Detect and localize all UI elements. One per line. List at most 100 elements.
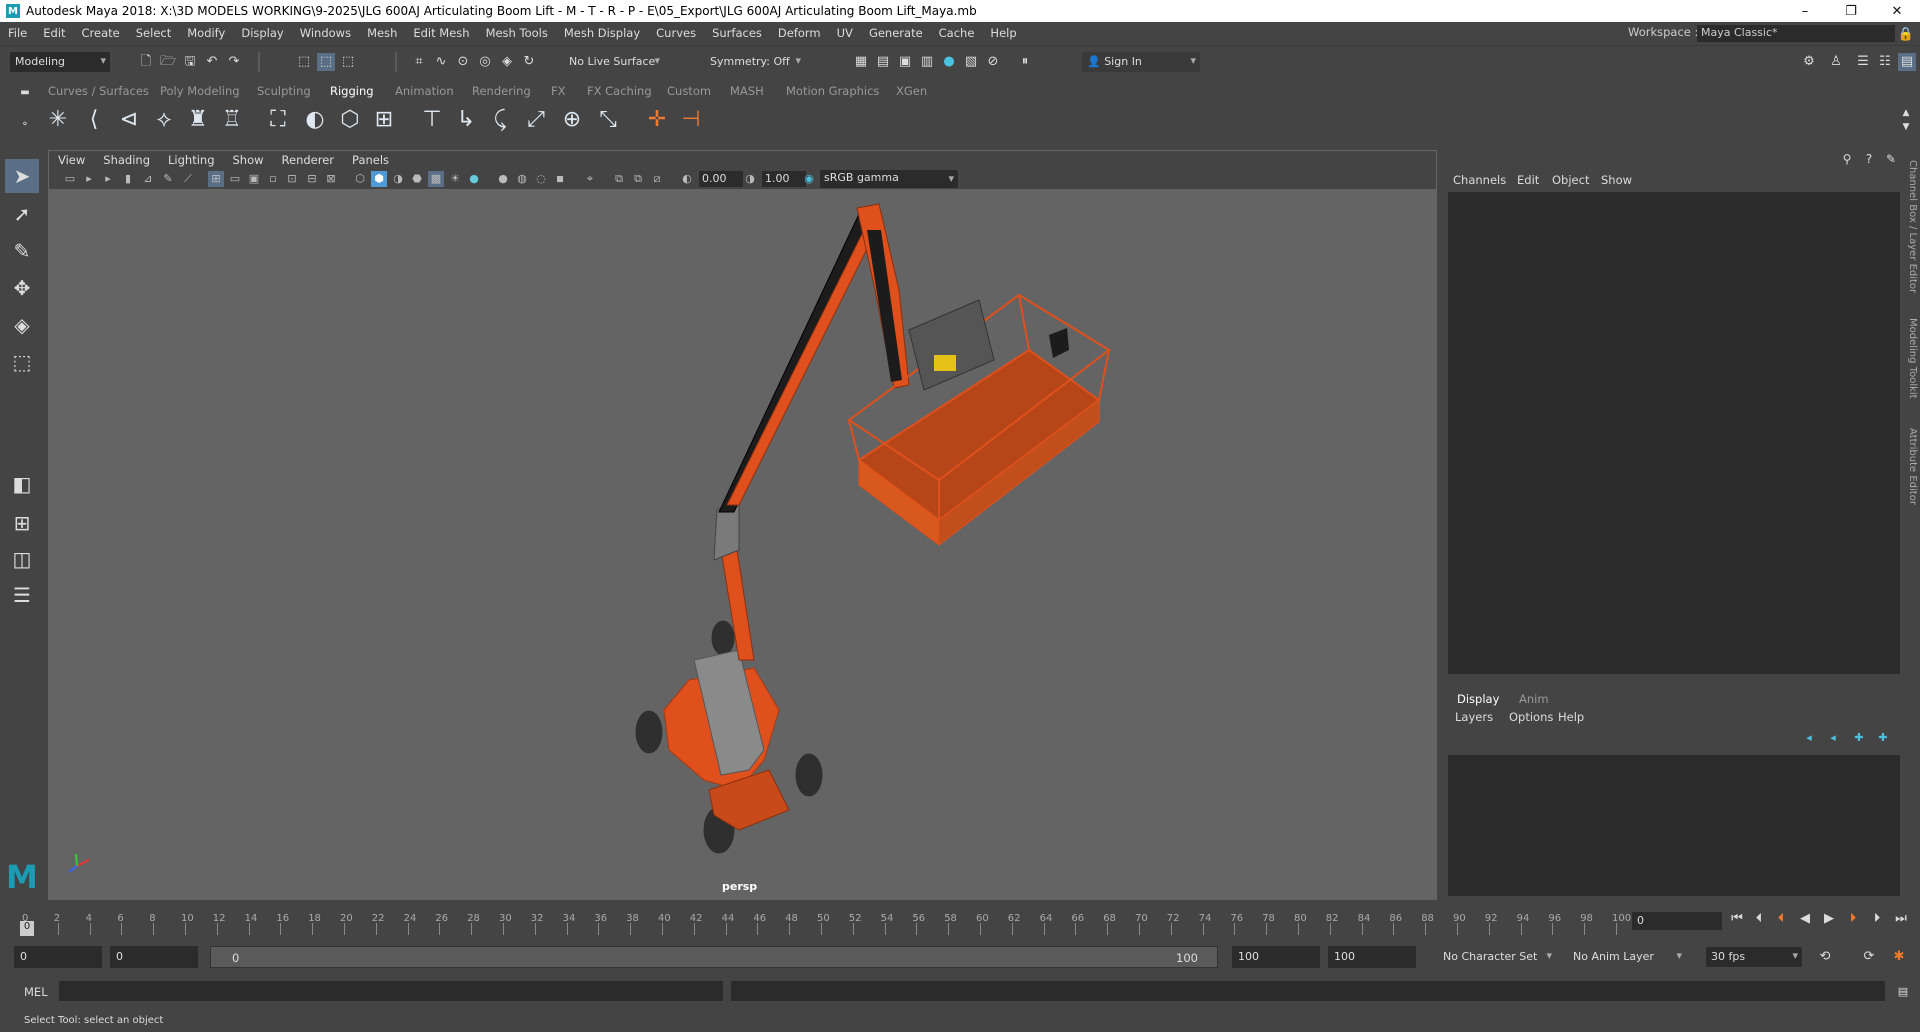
live-surface-field[interactable]: No Live Surface xyxy=(564,52,664,72)
menu-display[interactable]: Display xyxy=(233,26,291,40)
shelf-tab-animation[interactable]: Animation xyxy=(395,84,454,98)
joint-label-icon[interactable]: ⊣ xyxy=(677,106,705,134)
shelf-menu-icon[interactable]: ▬ xyxy=(16,84,34,102)
ik-handle-icon[interactable]: ⟨ xyxy=(80,106,108,134)
gate-mask-icon[interactable]: ▫ xyxy=(265,171,281,187)
safe-action-icon[interactable]: ⊟ xyxy=(304,171,320,187)
play-backward-icon[interactable]: ◀ xyxy=(1796,910,1814,928)
new-layer-icon[interactable]: ✚ xyxy=(1850,729,1868,747)
scene-start-field[interactable]: 0 xyxy=(14,946,102,968)
image-plane-icon[interactable]: ▮ xyxy=(120,171,136,187)
outliner-layout-icon[interactable]: ☰ xyxy=(5,578,39,612)
help-icon[interactable]: ? xyxy=(1860,150,1878,168)
channel-list[interactable] xyxy=(1448,192,1900,674)
go-to-start-icon[interactable]: ⏮ xyxy=(1728,910,1746,928)
smooth-shade-icon[interactable]: ⬢ xyxy=(371,171,387,187)
isolate-select-icon[interactable]: ⌖ xyxy=(582,171,598,187)
edit-menu[interactable]: Edit xyxy=(1517,173,1539,187)
menu-modify[interactable]: Modify xyxy=(179,26,233,40)
redo-icon[interactable]: ↷ xyxy=(225,53,243,71)
character-set-dropdown[interactable]: No Character Set xyxy=(1438,947,1556,967)
shelf-tab-xgen[interactable]: XGen xyxy=(896,84,927,98)
character-controls-icon[interactable]: ♙ xyxy=(1827,53,1845,71)
snap-edge-icon[interactable]: ↻ xyxy=(520,53,538,71)
options-menu[interactable]: Options xyxy=(1509,710,1553,724)
minimize-button[interactable]: – xyxy=(1782,0,1828,22)
shadows-icon[interactable]: ● xyxy=(466,171,482,187)
viewport-menu-view[interactable]: View xyxy=(49,153,94,167)
script-editor-icon[interactable]: ▤ xyxy=(1894,983,1912,1001)
select-component-icon[interactable]: ⬚ xyxy=(339,53,357,71)
locator-icon[interactable]: ✛ xyxy=(643,106,671,134)
exposure-icon[interactable]: ◐ xyxy=(679,171,695,187)
two-view-icon[interactable]: ◫ xyxy=(5,542,39,576)
snap-view-icon[interactable]: ◎ xyxy=(476,53,494,71)
step-back-icon[interactable]: ⏴ xyxy=(1750,910,1768,928)
move-layer-up-icon[interactable]: ◂ xyxy=(1800,729,1818,747)
viewport-menu-panels[interactable]: Panels xyxy=(343,153,398,167)
layer-help-menu[interactable]: Help xyxy=(1558,710,1584,724)
object-menu[interactable]: Object xyxy=(1552,173,1589,187)
wireframe-on-shaded-icon[interactable]: ◑ xyxy=(390,171,406,187)
pole-vector-icon[interactable]: ⤡ xyxy=(594,106,622,134)
channel-box-icon[interactable]: ▤ xyxy=(1898,53,1916,71)
menu-windows[interactable]: Windows xyxy=(292,26,359,40)
wireframe-icon[interactable]: ⬡ xyxy=(352,171,368,187)
menu-edit-mesh[interactable]: Edit Mesh xyxy=(405,26,477,40)
layer-list[interactable] xyxy=(1448,755,1900,896)
point-constraint-icon[interactable]: ↳ xyxy=(452,106,480,134)
bind-skin-icon[interactable]: ⛶ xyxy=(264,106,292,134)
hypershade-icon[interactable]: ● xyxy=(940,53,958,71)
menu-help[interactable]: Help xyxy=(982,26,1024,40)
gamma-field[interactable]: 1.00 xyxy=(762,171,806,187)
auto-key-icon[interactable]: ⟳ xyxy=(1860,948,1878,966)
command-input[interactable] xyxy=(59,981,723,1001)
save-scene-icon[interactable]: 🖫 xyxy=(181,53,199,71)
field-chart-icon[interactable]: ⊡ xyxy=(284,171,300,187)
color-management-icon[interactable]: ◉ xyxy=(801,171,817,187)
snap-curve-icon[interactable]: ∿ xyxy=(432,53,450,71)
safe-title-icon[interactable]: ⊠ xyxy=(323,171,339,187)
select-hierarchy-icon[interactable]: ⬚ xyxy=(295,53,313,71)
shelf-tab-sculpting[interactable]: Sculpting xyxy=(257,84,311,98)
aim-constraint-icon[interactable]: ⊕ xyxy=(558,106,586,134)
viewport-menu-renderer[interactable]: Renderer xyxy=(273,153,344,167)
grease-pencil-icon[interactable]: ✎ xyxy=(160,171,176,187)
menu-cache[interactable]: Cache xyxy=(931,26,983,40)
quick-rig-icon[interactable]: ⟡ xyxy=(150,106,178,134)
select-object-icon[interactable]: ⬚ xyxy=(317,53,335,71)
color-space-dropdown[interactable]: sRGB gamma xyxy=(820,170,958,188)
attribute-editor-icon[interactable]: ☰ xyxy=(1854,53,1872,71)
render-sequence-icon[interactable]: ▤ xyxy=(874,53,892,71)
menu-select[interactable]: Select xyxy=(128,26,179,40)
motion-blur-icon[interactable]: ◍ xyxy=(514,171,530,187)
undo-icon[interactable]: ↶ xyxy=(203,53,221,71)
fps-dropdown[interactable]: 30 fps xyxy=(1706,947,1802,967)
step-back-key-icon[interactable]: ⏴ xyxy=(1772,910,1790,928)
xray-icon[interactable]: ⧉ xyxy=(611,171,627,187)
rotate-tool-icon[interactable]: ◈ xyxy=(5,308,39,342)
select-tool-icon[interactable]: ➤ xyxy=(5,159,39,193)
menu-curves[interactable]: Curves xyxy=(648,26,704,40)
cluster-icon[interactable]: ⊞ xyxy=(370,106,398,134)
symmetry-field[interactable]: Symmetry: Off xyxy=(705,52,805,72)
depth-of-field-icon[interactable]: ◾ xyxy=(552,171,568,187)
scale-tool-icon[interactable]: ⬚ xyxy=(5,345,39,379)
create-joints-icon[interactable]: ✳ xyxy=(44,106,72,134)
four-view-icon[interactable]: ⊞ xyxy=(5,506,39,540)
skeleton-icon[interactable]: ♖ xyxy=(218,106,246,134)
step-forward-key-icon[interactable]: ⏵ xyxy=(1844,910,1862,928)
shelf-tab-poly-modeling[interactable]: Poly Modeling xyxy=(160,84,240,98)
lock-icon[interactable]: 🔒 xyxy=(1897,26,1915,44)
menu-file[interactable]: File xyxy=(0,26,35,40)
xray-components-icon[interactable]: ⧄ xyxy=(649,171,665,187)
shelf-tab-fx-caching[interactable]: FX Caching xyxy=(587,84,652,98)
play-forward-icon[interactable]: ▶ xyxy=(1820,910,1838,928)
scale-constraint-icon[interactable]: ⤢ xyxy=(522,106,550,134)
two-d-pan-icon[interactable]: ⊿ xyxy=(140,171,156,187)
current-frame-field[interactable]: 0 xyxy=(1632,912,1722,930)
anti-aliasing-icon[interactable]: ◌ xyxy=(533,171,549,187)
channels-menu[interactable]: Channels xyxy=(1453,173,1506,187)
viewport-menu-show[interactable]: Show xyxy=(224,153,273,167)
move-layer-down-icon[interactable]: ◂ xyxy=(1824,729,1842,747)
